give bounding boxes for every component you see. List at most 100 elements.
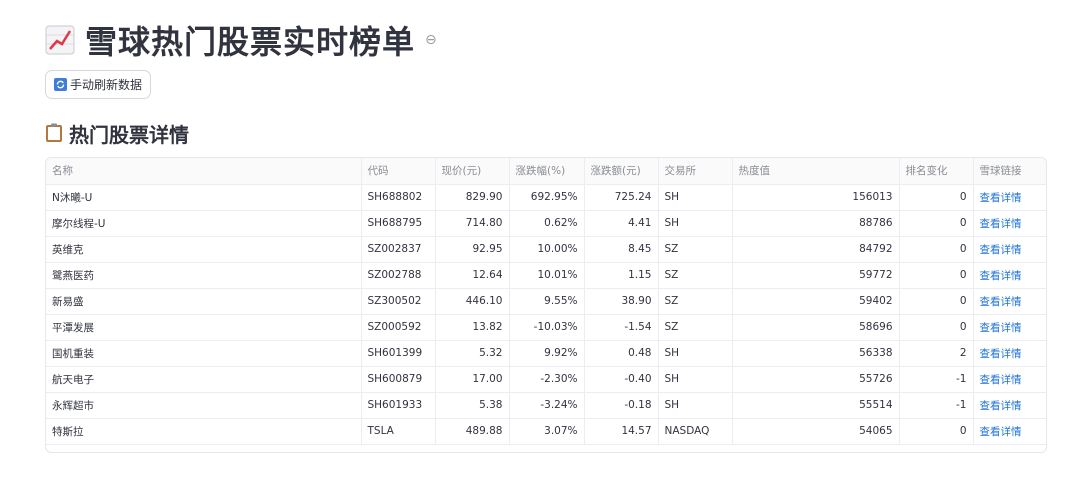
cell-heat: 59772 [732,262,900,289]
cell-heat: 156013 [732,184,900,211]
cell-detail-link[interactable]: 查看详情 [973,236,1046,263]
refresh-button[interactable]: 手动刷新数据 [45,70,152,99]
cell-price: 5.38 [435,392,510,419]
cell-name: 新易盛 [46,288,362,315]
refresh-icon [54,78,67,91]
cell-rank-change: 0 [899,314,974,341]
cell-heat: 88786 [732,210,900,237]
cell-change-pct: -2.30% [509,366,585,393]
cell-rank-change: -1 [899,366,974,393]
cell-exchange: SH [658,366,733,393]
cell-heat: 55726 [732,366,900,393]
link-icon[interactable]: ⊖ [425,32,437,48]
cell-name: 鹭燕医药 [46,262,362,289]
cell-code: SZ002837 [361,236,436,263]
cell-detail-link[interactable]: 查看详情 [973,418,1046,445]
cell-detail-link[interactable]: 查看详情 [973,366,1046,393]
cell-code: SZ000592 [361,314,436,341]
cell-heat: 55514 [732,392,900,419]
cell-code: SH600879 [361,366,436,393]
cell-change-amt: 38.90 [584,288,659,315]
table-row[interactable]: 国机重装 SH601399 5.32 9.92% 0.48 SH 56338 2 查看详情 [46,340,1046,367]
cell-change-pct: 9.92% [509,340,585,367]
cell-name: 英维克 [46,236,362,263]
table-row[interactable]: 平潭发展 SZ000592 13.82 -10.03% -1.54 SZ 58696 0 查看详… [46,314,1046,341]
cell-name: 摩尔线程-U [46,210,362,237]
cell-name: 特斯拉 [46,418,362,445]
section-title: 热门股票详情 [69,122,189,147]
cell-price: 17.00 [435,366,510,393]
cell-change-pct: 9.55% [509,288,585,315]
cell-detail-link[interactable]: 查看详情 [973,210,1046,237]
table-row[interactable]: N沐曦-U SH688802 829.90 692.95% 725.24 SH 156013… [46,184,1046,211]
table-row[interactable]: 摩尔线程-U SH688795 714.80 0.62% 4.41 SH 88786 0 查看详… [46,210,1046,237]
cell-exchange: SH [658,210,733,237]
cell-change-amt: 0.48 [584,340,659,367]
cell-name: 国机重装 [46,340,362,367]
cell-change-amt: -0.40 [584,366,659,393]
cell-code: SH601399 [361,340,436,367]
cell-change-amt: 725.24 [584,184,659,211]
cell-detail-link[interactable]: 查看详情 [973,340,1046,367]
column-header-change-amt[interactable]: 涨跌额(元) [584,158,659,185]
column-header-heat[interactable]: 热度值 [732,158,900,185]
cell-detail-link[interactable]: 查看详情 [973,288,1046,315]
cell-price: 489.88 [435,418,510,445]
cell-price: 12.64 [435,262,510,289]
table-row[interactable]: 鹭燕医药 SZ002788 12.64 10.01% 1.15 SZ 59772 0 查看详情 [46,262,1046,289]
column-header-rank-change[interactable]: 排名变化 [899,158,974,185]
column-header-name[interactable]: 名称 [46,158,362,185]
cell-exchange: SH [658,340,733,367]
cell-code: SZ300502 [361,288,436,315]
stock-table[interactable]: 名称 代码 现价(元) 涨跌幅(%) 涨跌额(元) 交易所 热度值 排名变化 雪… [45,157,1047,453]
column-header-exchange[interactable]: 交易所 [658,158,733,185]
cell-heat: 54065 [732,418,900,445]
cell-change-amt: 4.41 [584,210,659,237]
cell-change-amt: 8.45 [584,236,659,263]
cell-price: 92.95 [435,236,510,263]
cell-exchange: SZ [658,314,733,341]
table-row[interactable]: 特斯拉 TSLA 489.88 3.07% 14.57 NASDAQ 54065 0 查看详情 [46,418,1046,445]
cell-exchange: SZ [658,236,733,263]
cell-exchange: SZ [658,288,733,315]
cell-heat: 58696 [732,314,900,341]
cell-detail-link[interactable]: 查看详情 [973,314,1046,341]
cell-price: 714.80 [435,210,510,237]
cell-code: TSLA [361,418,436,445]
chart-increasing-icon [45,25,75,55]
cell-rank-change: 0 [899,184,974,211]
cell-exchange: NASDAQ [658,418,733,445]
page-title: 雪球热门股票实时榜单 [85,23,416,61]
cell-price: 829.90 [435,184,510,211]
table-header-row: 名称 代码 现价(元) 涨跌幅(%) 涨跌额(元) 交易所 热度值 排名变化 雪… [46,158,1046,185]
cell-change-amt: -0.18 [584,392,659,419]
cell-detail-link[interactable]: 查看详情 [973,184,1046,211]
table-row[interactable]: 永辉超市 SH601933 5.38 -3.24% -0.18 SH 55514 -1 查看详情 [46,392,1046,419]
cell-heat: 59402 [732,288,900,315]
clipboard-icon [46,123,62,142]
table-row[interactable]: 航天电子 SH600879 17.00 -2.30% -0.40 SH 55726 -1 查看详… [46,366,1046,393]
column-header-change-pct[interactable]: 涨跌幅(%) [509,158,585,185]
column-header-link[interactable]: 雪球链接 [973,158,1046,185]
cell-name: N沐曦-U [46,184,362,211]
cell-name: 航天电子 [46,366,362,393]
cell-rank-change: -1 [899,392,974,419]
cell-heat: 84792 [732,236,900,263]
cell-exchange: SH [658,184,733,211]
section-header: 热门股票详情 [45,119,189,147]
cell-code: SH688795 [361,210,436,237]
cell-detail-link[interactable]: 查看详情 [973,262,1046,289]
cell-change-pct: -10.03% [509,314,585,341]
cell-change-pct: 0.62% [509,210,585,237]
column-header-code[interactable]: 代码 [361,158,436,185]
cell-change-amt: 1.15 [584,262,659,289]
table-row[interactable]: 英维克 SZ002837 92.95 10.00% 8.45 SZ 84792 0 查看详情 [46,236,1046,263]
refresh-button-label: 手动刷新数据 [70,78,143,92]
cell-rank-change: 0 [899,210,974,237]
cell-code: SH601933 [361,392,436,419]
column-header-price[interactable]: 现价(元) [435,158,510,185]
cell-detail-link[interactable]: 查看详情 [973,392,1046,419]
page-header: 雪球热门股票实时榜单 ⊖ [45,16,437,64]
table-row[interactable]: 新易盛 SZ300502 446.10 9.55% 38.90 SZ 59402 0 查看详情 [46,288,1046,315]
cell-name: 平潭发展 [46,314,362,341]
